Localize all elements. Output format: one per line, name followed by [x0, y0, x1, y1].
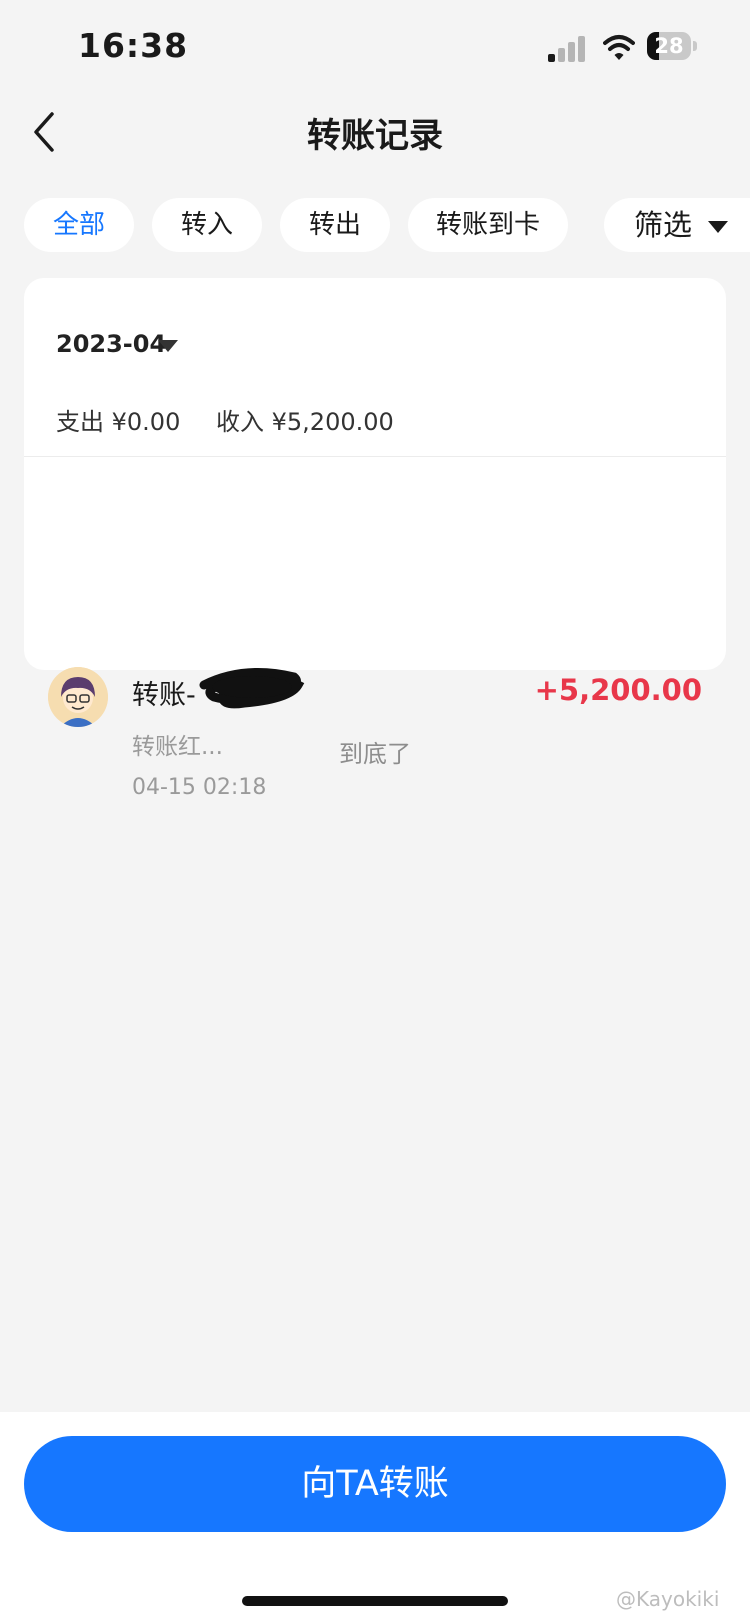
- avatar: [48, 667, 108, 727]
- wifi-icon: [603, 34, 635, 62]
- tab-incoming[interactable]: 转入: [152, 198, 262, 252]
- status-time: 16:38: [78, 26, 189, 65]
- transfer-to-contact-button[interactable]: 向TA转账: [24, 1436, 726, 1532]
- caret-down-icon: [708, 221, 728, 233]
- filter-label: 筛选: [634, 208, 693, 242]
- battery-level: 28: [654, 34, 684, 58]
- transaction-amount: +5,200.00: [534, 673, 702, 707]
- list-item[interactable]: 转账- +5,200.00 转账红... 04-15 02:18: [24, 457, 726, 800]
- tab-transfer-to-card[interactable]: 转账到卡: [408, 198, 568, 252]
- watermark-text: @Kayokiki: [616, 1587, 720, 1611]
- income-summary: 收入 ¥5,200.00: [216, 408, 394, 436]
- redaction-scribble: [194, 663, 306, 711]
- record-card: 2023-04 支出 ¥0.00 收入 ¥5,200.00 转账- +5,200…: [24, 278, 726, 800]
- filter-button[interactable]: 筛选: [604, 198, 750, 252]
- home-indicator[interactable]: [242, 1596, 508, 1606]
- page-title: 转账记录: [307, 116, 443, 156]
- transaction-datetime: 04-15 02:18: [132, 775, 267, 800]
- cellular-signal-icon: [548, 34, 588, 62]
- expense-summary: 支出 ¥0.00: [56, 408, 181, 436]
- transaction-name: 转账-: [132, 680, 196, 711]
- tab-outgoing[interactable]: 转出: [280, 198, 390, 252]
- caret-down-icon[interactable]: [158, 340, 178, 352]
- end-of-list-text: 到底了: [339, 740, 411, 768]
- tab-all[interactable]: 全部: [24, 198, 134, 252]
- battery-icon: 28: [647, 32, 697, 60]
- month-selector[interactable]: 2023-04: [56, 330, 166, 358]
